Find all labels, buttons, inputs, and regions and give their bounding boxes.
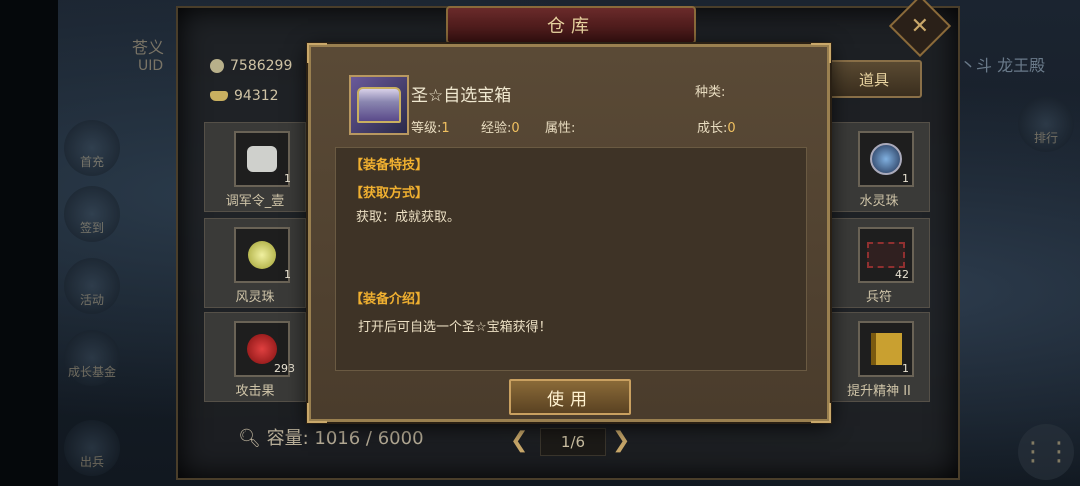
sidebar-ranking[interactable]: 排行 <box>1018 96 1074 152</box>
obtain-text: 获取：成就获取。 <box>356 210 461 225</box>
sidebar-label: 成长基金 <box>67 365 116 379</box>
item-quantity: 1 <box>284 172 291 185</box>
level-label: 等级: <box>411 121 442 136</box>
sidebar-label: 活动 <box>79 293 104 307</box>
server-name: 丶斗 龙王殿 <box>960 56 1046 75</box>
inventory-slot[interactable]: 1 提升精神 II <box>828 312 930 402</box>
level-value: 1 <box>441 121 450 136</box>
sidebar-growth-fund[interactable]: 成长基金 <box>64 330 120 386</box>
sidebar-label: 首充 <box>79 155 104 169</box>
exp-label: 经验: <box>481 121 512 136</box>
use-button[interactable]: 使用 <box>509 379 631 415</box>
item-quantity: 1 <box>902 172 909 185</box>
item-quantity: 42 <box>895 268 909 281</box>
item-name: 兵符 <box>865 290 892 305</box>
tab-items[interactable]: 道具 <box>826 60 922 98</box>
coin-icon <box>210 59 224 73</box>
item-name: 提升精神 II <box>847 384 911 399</box>
capacity-display: 🔍︎ 容量: 1016 / 6000 <box>238 424 424 450</box>
sidebar-label: 排行 <box>1033 131 1058 145</box>
menu-icon[interactable]: ⋮⋮ <box>1018 424 1074 480</box>
prev-page-button[interactable]: ❮ <box>510 428 528 453</box>
exp-info: 经验:0 <box>481 117 520 136</box>
wind-orb-icon <box>234 227 290 283</box>
exp-value: 0 <box>511 121 520 136</box>
search-icon: 🔍︎ <box>238 428 261 449</box>
inventory-slot[interactable]: 42 兵符 <box>828 218 930 308</box>
inventory-slot[interactable]: 1 风灵珠 <box>204 218 306 308</box>
page-indicator: 1/6 <box>540 428 606 456</box>
growth-value: 0 <box>727 121 736 136</box>
sidebar-dispatch[interactable]: 出兵 <box>64 420 120 476</box>
sidebar-label: 出兵 <box>79 455 104 469</box>
inventory-slot[interactable]: 1 调军令_壹 <box>204 122 306 212</box>
sidebar-activity[interactable]: 活动 <box>64 258 120 314</box>
item-quantity: 1 <box>902 362 909 375</box>
sidebar-sign-in[interactable]: 签到 <box>64 186 120 242</box>
inventory-slot[interactable]: 1 水灵珠 <box>828 122 930 212</box>
coin-balance: 7586299 <box>210 58 292 74</box>
corner-ornament <box>307 403 327 423</box>
uid-label: UID <box>138 58 164 74</box>
growth-info: 成长:0 <box>697 117 736 136</box>
item-quantity: 293 <box>274 362 295 375</box>
coin-value: 7586299 <box>230 58 293 74</box>
sidebar-label: 签到 <box>79 221 104 235</box>
window-title: 仓库 <box>446 6 696 44</box>
section-title-intro: 【装备介绍】 <box>350 292 429 307</box>
growth-label: 成长: <box>697 121 728 136</box>
item-detail-dialog: 圣☆自选宝箱 种类: 等级:1 经验:0 属性: 成长:0 【装备特技】 【获取… <box>307 43 831 423</box>
capacity-value: 1016 / 6000 <box>314 428 424 449</box>
inventory-slot[interactable]: 293 攻击果 <box>204 312 306 402</box>
item-name: 水灵珠 <box>859 194 899 209</box>
intro-text: 打开后可自选一个圣☆宝箱获得！ <box>358 320 552 335</box>
item-title: 圣☆自选宝箱 <box>411 86 512 106</box>
token-icon <box>234 131 290 187</box>
type-label: 种类: <box>695 85 726 100</box>
capacity-label: 容量: <box>266 428 309 449</box>
attribute-label: 属性: <box>545 121 576 136</box>
player-name: 苍义 <box>132 38 165 57</box>
sidebar-first-charge[interactable]: 首充 <box>64 120 120 176</box>
corner-ornament <box>307 43 327 63</box>
section-title-obtain: 【获取方式】 <box>350 186 429 201</box>
corner-ornament <box>811 43 831 63</box>
ingot-balance: 94312 <box>210 88 279 104</box>
ingot-icon <box>210 91 228 101</box>
next-page-button[interactable]: ❯ <box>612 428 630 453</box>
ingot-value: 94312 <box>234 88 279 104</box>
section-title-skill: 【装备特技】 <box>350 158 429 173</box>
item-name: 风灵珠 <box>235 290 275 305</box>
close-icon: ✕ <box>910 13 930 39</box>
item-name: 攻击果 <box>235 384 275 399</box>
item-name: 调军令_壹 <box>225 194 285 209</box>
item-description-box: 【装备特技】 【获取方式】 获取：成就获取。 【装备介绍】 打开后可自选一个圣☆… <box>335 147 807 371</box>
level-info: 等级:1 <box>411 117 450 136</box>
treasure-chest-icon <box>349 75 409 135</box>
corner-ornament <box>811 403 831 423</box>
item-quantity: 1 <box>284 268 291 281</box>
screen-edge <box>0 0 58 486</box>
